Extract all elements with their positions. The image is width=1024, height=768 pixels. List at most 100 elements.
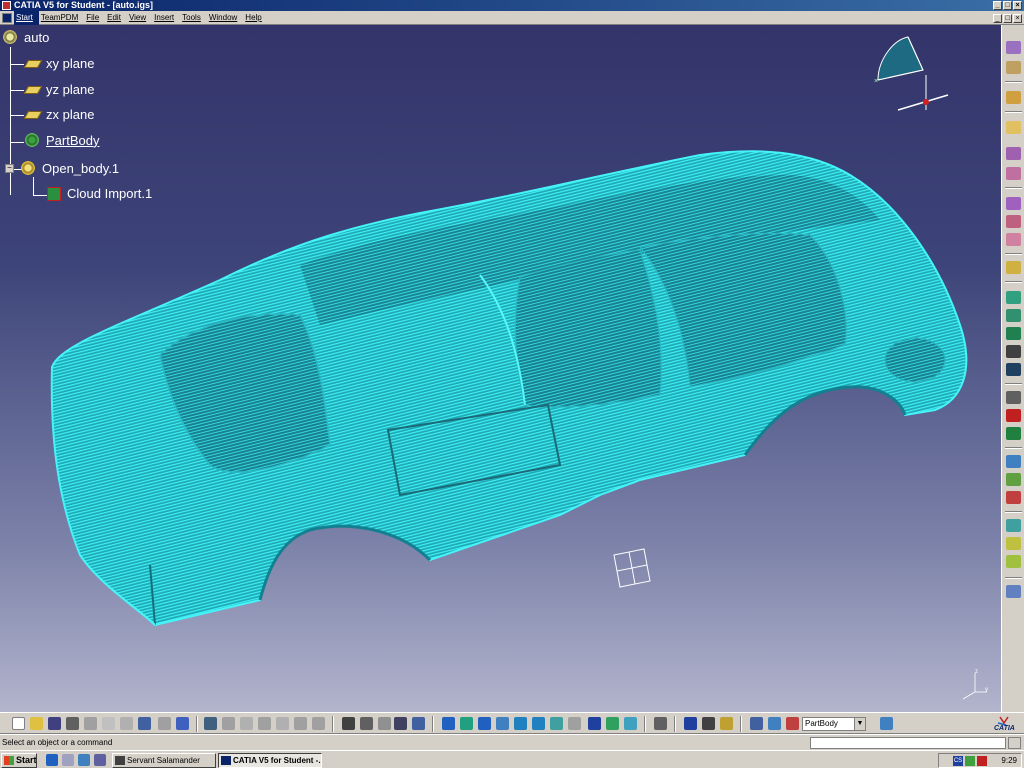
analysis-icon[interactable] — [1006, 409, 1021, 422]
compass-widget[interactable]: × — [868, 25, 958, 125]
menu-tools[interactable]: Tools — [180, 11, 207, 25]
views-icon[interactable] — [568, 717, 581, 730]
select-icon[interactable] — [1006, 91, 1021, 104]
activate-icon[interactable] — [1006, 167, 1021, 180]
zoom-out-icon[interactable] — [532, 717, 545, 730]
draft-icon[interactable] — [1006, 455, 1021, 468]
law-icon[interactable] — [1006, 555, 1021, 568]
tree-item-zx-plane[interactable]: zx plane — [23, 107, 94, 122]
graph-icon[interactable] — [412, 717, 425, 730]
normal-view-icon[interactable] — [550, 717, 563, 730]
tool-7-icon[interactable] — [312, 717, 325, 730]
redo-icon[interactable] — [158, 717, 171, 730]
copy-icon[interactable] — [102, 717, 115, 730]
menu-teampdm[interactable]: TeamPDM — [39, 11, 84, 25]
curve-icon[interactable] — [1006, 261, 1021, 274]
cloud-edit-icon[interactable] — [1006, 147, 1021, 160]
fit-all-icon[interactable] — [460, 717, 473, 730]
internet-explorer-icon[interactable] — [46, 754, 58, 766]
catalog-icon[interactable] — [654, 717, 667, 730]
maximize-button[interactable]: □ — [1003, 1, 1012, 10]
menu-window[interactable]: Window — [207, 11, 243, 25]
language-indicator[interactable]: CS — [953, 756, 963, 766]
sketcher-icon[interactable] — [1006, 41, 1021, 54]
swap-space-icon[interactable] — [624, 717, 637, 730]
trim-icon[interactable] — [1006, 363, 1021, 376]
pointer-icon[interactable] — [1006, 121, 1021, 134]
open-icon[interactable] — [30, 717, 43, 730]
doc-close-button[interactable]: × — [1013, 14, 1022, 23]
undo-icon[interactable] — [138, 717, 151, 730]
chevron-down-icon[interactable]: ▼ — [854, 718, 865, 730]
tool-4-icon[interactable] — [258, 717, 271, 730]
whats-this-icon[interactable] — [176, 717, 189, 730]
tree-root[interactable]: auto — [2, 29, 49, 45]
close-button[interactable]: × — [1013, 1, 1022, 10]
part-design-icon[interactable] — [1006, 61, 1021, 74]
catalog-browser-icon[interactable] — [880, 717, 893, 730]
magnet-icon[interactable] — [1006, 391, 1021, 404]
tool-2-icon[interactable] — [222, 717, 235, 730]
rotate-icon[interactable] — [496, 717, 509, 730]
tree-item-yz-plane[interactable]: yz plane — [23, 82, 94, 97]
command-button[interactable] — [1008, 737, 1021, 749]
command-input[interactable] — [810, 737, 1006, 749]
hide-show-icon[interactable] — [606, 717, 619, 730]
structure-icon[interactable] — [768, 717, 781, 730]
blend-icon[interactable] — [1006, 309, 1021, 322]
render-style-icon[interactable] — [588, 717, 601, 730]
tree-item-open-body[interactable]: − Open_body.1 — [5, 160, 119, 176]
curvature-icon[interactable] — [1006, 491, 1021, 504]
body-selector-dropdown[interactable]: PartBody ▼ — [802, 717, 866, 731]
tree-item-xy-plane[interactable]: xy plane — [23, 56, 94, 71]
fly-icon[interactable] — [442, 717, 455, 730]
table-icon[interactable] — [394, 717, 407, 730]
print-icon[interactable] — [66, 717, 79, 730]
tree-item-cloud-import[interactable]: Cloud Import.1 — [47, 186, 152, 201]
apply-material-icon[interactable] — [702, 717, 715, 730]
clock[interactable]: 9:29 — [1001, 756, 1017, 765]
paste-icon[interactable] — [120, 717, 133, 730]
measure-icon[interactable] — [684, 717, 697, 730]
network-icon[interactable] — [965, 756, 975, 766]
menu-edit[interactable]: Edit — [105, 11, 127, 25]
filter-icon[interactable] — [1006, 197, 1021, 210]
menu-help[interactable]: Help — [243, 11, 267, 25]
extract-icon[interactable] — [1006, 519, 1021, 532]
check-icon[interactable] — [1006, 427, 1021, 440]
tool-3-icon[interactable] — [240, 717, 253, 730]
doc-restore-button[interactable]: □ — [1003, 14, 1012, 23]
minimize-button[interactable]: _ — [993, 1, 1002, 10]
menu-file[interactable]: File — [84, 11, 105, 25]
outlook-icon[interactable] — [62, 754, 74, 766]
start-button[interactable]: Start — [1, 753, 37, 768]
inertia-icon[interactable] — [720, 717, 733, 730]
join-icon[interactable] — [1006, 537, 1021, 550]
show-desktop-icon[interactable] — [78, 754, 90, 766]
tree-item-partbody[interactable]: PartBody — [24, 132, 99, 148]
tool-6-icon[interactable] — [294, 717, 307, 730]
new-icon[interactable] — [12, 717, 25, 730]
refresh-icon[interactable] — [750, 717, 763, 730]
task-catia[interactable]: CATIA V5 for Student -... — [218, 753, 322, 768]
zoom-in-icon[interactable] — [514, 717, 527, 730]
formula-icon[interactable] — [342, 717, 355, 730]
mesh-icon[interactable] — [1006, 215, 1021, 228]
sweep-icon[interactable] — [1006, 585, 1021, 598]
define-work-object-icon[interactable] — [786, 717, 799, 730]
media-player-icon[interactable] — [94, 754, 106, 766]
cut-icon[interactable] — [84, 717, 97, 730]
pan-icon[interactable] — [478, 717, 491, 730]
document-menu-icon[interactable] — [2, 13, 12, 23]
surface-icon[interactable] — [1006, 291, 1021, 304]
fill-icon[interactable] — [1006, 327, 1021, 340]
menu-start[interactable]: Start — [14, 11, 39, 25]
catia-app-icon[interactable] — [2, 1, 11, 10]
task-servant-salamander[interactable]: Servant Salamander — [112, 753, 216, 768]
doc-minimize-button[interactable]: _ — [993, 14, 1002, 23]
menu-view[interactable]: View — [127, 11, 152, 25]
knowledge-icon[interactable] — [378, 717, 391, 730]
offset-icon[interactable] — [1006, 233, 1021, 246]
collapse-icon[interactable]: − — [5, 163, 14, 173]
tool-5-icon[interactable] — [276, 717, 289, 730]
